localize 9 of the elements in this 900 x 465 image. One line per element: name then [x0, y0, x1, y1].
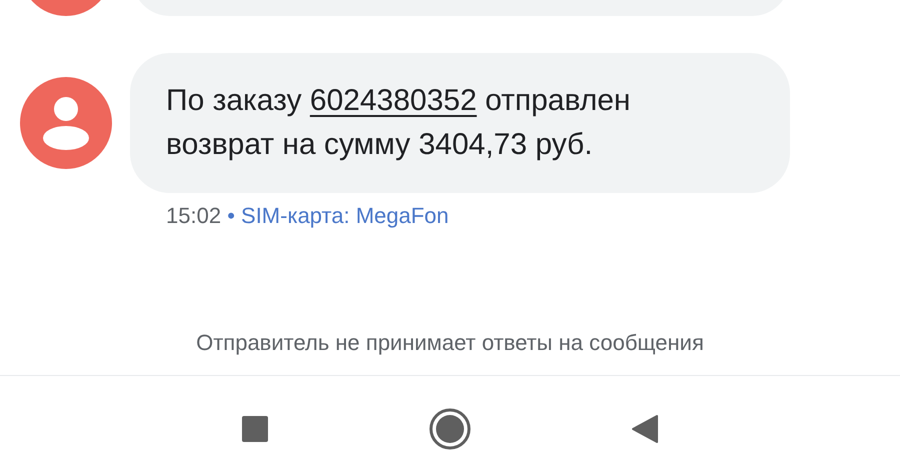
back-icon[interactable] [631, 414, 659, 444]
message-text: По заказу 6024380352 отправлен возврат на сумму 3404,73 руб. [130, 53, 790, 193]
sim-label: SIM-карта: MegaFon [241, 203, 449, 228]
message-time: 15:02 [166, 203, 222, 228]
home-icon[interactable] [429, 408, 471, 450]
separator-dot: • [227, 203, 235, 228]
notice-text: Отправитель не принимает ответы на сообщения [196, 330, 704, 355]
order-link[interactable]: 6024380352 [310, 84, 477, 117]
recents-icon[interactable] [241, 415, 269, 443]
